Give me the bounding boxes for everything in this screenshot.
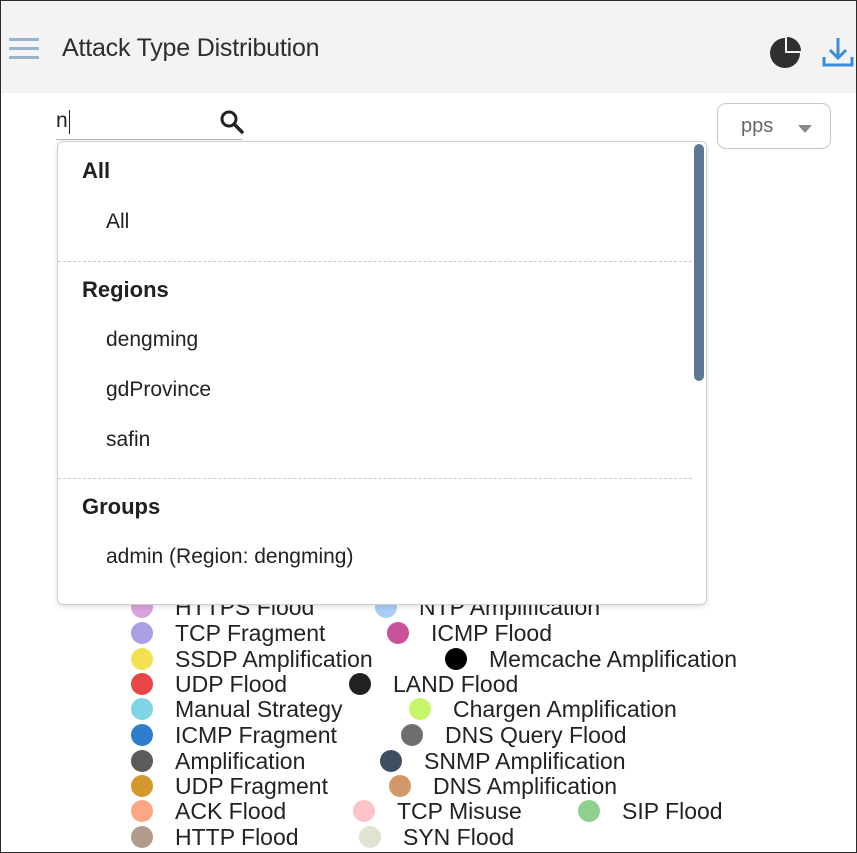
chart-panel: Attack Type Distribution pps HTTPS Flood… — [0, 0, 857, 853]
legend-label: ICMP Flood — [431, 620, 553, 646]
text-cursor — [69, 110, 70, 134]
dropdown-scrollbar[interactable] — [694, 144, 704, 381]
legend-label: ACK Flood — [175, 798, 287, 824]
legend-color-dot — [131, 673, 153, 695]
search-field[interactable] — [56, 105, 242, 140]
option-region-safin[interactable]: safin — [106, 428, 150, 452]
legend-label: LAND Flood — [393, 671, 519, 697]
legend-color-dot — [401, 724, 423, 746]
legend-color-dot — [387, 622, 409, 644]
legend-color-dot — [380, 750, 402, 772]
legend-color-dot — [131, 724, 153, 746]
legend-color-dot — [131, 698, 153, 720]
search-results-dropdown: All All Regions dengming gdProvince safi… — [57, 141, 707, 605]
legend-label: HTTP Flood — [175, 824, 299, 850]
option-region-gdprovince[interactable]: gdProvince — [106, 378, 211, 402]
pie-chart-icon[interactable] — [768, 35, 802, 69]
legend-label: TCP Fragment — [175, 620, 326, 646]
search-icon[interactable] — [219, 109, 245, 135]
group-heading-regions: Regions — [82, 277, 169, 302]
legend-color-dot — [353, 800, 375, 822]
panel-title: Attack Type Distribution — [62, 34, 320, 62]
option-all[interactable]: All — [106, 210, 129, 234]
search-input[interactable] — [56, 105, 206, 137]
legend-color-dot — [445, 648, 467, 670]
legend-color-dot — [349, 673, 371, 695]
legend-color-dot — [409, 698, 431, 720]
group-divider — [58, 478, 692, 479]
legend-label: DNS Amplification — [433, 773, 618, 799]
legend-label: SYN Flood — [403, 824, 515, 850]
legend-color-dot — [131, 622, 153, 644]
legend-color-dot — [131, 826, 153, 848]
legend-label: TCP Misuse — [397, 798, 522, 824]
legend-label: Manual Strategy — [175, 696, 343, 722]
legend-label: SSDP Amplification — [175, 646, 373, 672]
legend-label: DNS Query Flood — [445, 722, 627, 748]
legend-color-dot — [131, 800, 153, 822]
legend-label: UDP Flood — [175, 671, 288, 697]
download-icon[interactable] — [819, 33, 857, 71]
caret-down-icon — [798, 125, 812, 133]
option-region-dengming[interactable]: dengming — [106, 328, 198, 352]
option-group-admin[interactable]: admin (Region: dengming) — [106, 545, 353, 569]
legend-label: SIP Flood — [622, 798, 723, 824]
legend-color-dot — [578, 800, 600, 822]
legend-label: Amplification — [175, 748, 306, 774]
panel-header: Attack Type Distribution — [1, 1, 857, 93]
unit-select[interactable]: pps — [717, 103, 831, 149]
group-divider — [58, 261, 692, 262]
legend-label: Memcache Amplification — [489, 646, 737, 672]
legend-label: SNMP Amplification — [424, 748, 626, 774]
legend-label: Chargen Amplification — [453, 696, 677, 722]
legend-color-dot — [131, 775, 153, 797]
legend-color-dot — [359, 826, 381, 848]
legend-color-dot — [131, 750, 153, 772]
legend-color-dot — [131, 648, 153, 670]
legend-label: ICMP Fragment — [175, 722, 337, 748]
unit-select-value: pps — [741, 115, 774, 137]
legend-color-dot — [389, 775, 411, 797]
hamburger-menu-icon[interactable] — [9, 38, 39, 62]
group-heading-groups: Groups — [82, 494, 161, 519]
legend-label: UDP Fragment — [175, 773, 328, 799]
group-heading-all: All — [82, 158, 111, 183]
